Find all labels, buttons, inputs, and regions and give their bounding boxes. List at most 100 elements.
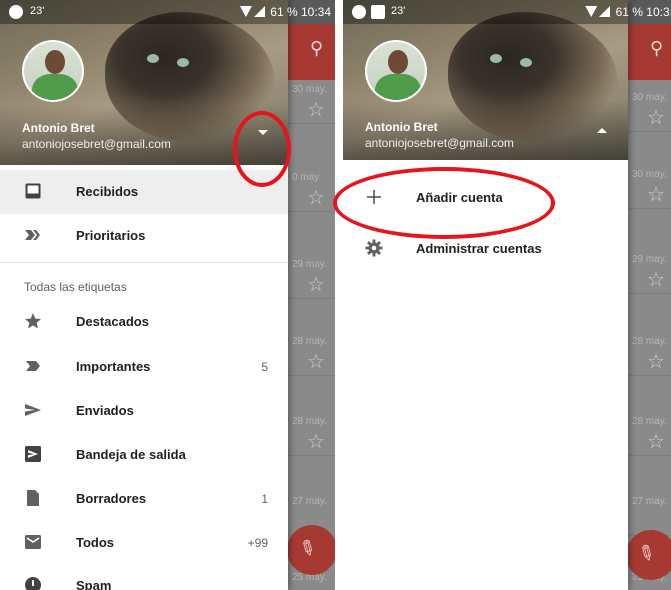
drawer-item-label: Borradores	[76, 491, 147, 506]
divider	[0, 262, 288, 263]
battery-level: 61 %	[615, 5, 643, 19]
inbox-row[interactable]: 28 may. ☆	[628, 332, 671, 376]
cover-eye	[177, 58, 189, 67]
inbox-row[interactable]: 30 may. ☆	[628, 88, 671, 132]
star-outline-icon[interactable]: ☆	[307, 275, 325, 295]
navigation-drawer: Antonio Bret antoniojosebret@gmail.com R…	[0, 0, 288, 590]
pencil-icon: ✎	[633, 540, 659, 568]
star-outline-icon[interactable]: ☆	[307, 188, 325, 208]
account-dropdown-arrow-icon[interactable]	[597, 128, 607, 133]
drawer-item-bandeja-de-salida[interactable]: Bandeja de salida	[0, 433, 288, 477]
drawer-item-anadir-cuenta[interactable]: Añadir cuenta	[343, 176, 628, 220]
image-icon	[371, 5, 385, 19]
inbox-row[interactable]: 29 may. ☆	[628, 250, 671, 294]
item-count: 1	[261, 492, 268, 506]
clock: 10:3:	[646, 5, 671, 19]
inbox-background: ⚲ 30 may. ☆ 30 may. ☆ 29 may. ☆ 28 may. …	[626, 0, 671, 590]
pencil-icon: ✎	[294, 535, 320, 563]
account-name: Antonio Bret	[365, 120, 438, 134]
star-outline-icon[interactable]: ☆	[307, 432, 325, 452]
inbox-row[interactable]: 28 may. ☆	[288, 412, 335, 456]
status-bar: 23' 61 % 10:3:	[343, 0, 671, 24]
drawer-item-spam[interactable]: Spam	[0, 564, 288, 590]
star-outline-icon[interactable]: ☆	[647, 185, 665, 205]
star-outline-icon[interactable]: ☆	[647, 108, 665, 128]
inbox-date: 0 may.	[292, 172, 322, 183]
star-outline-icon[interactable]: ☆	[647, 270, 665, 290]
account-dropdown-arrow-icon[interactable]	[258, 130, 268, 135]
inbox-date: 28 may.	[632, 416, 667, 427]
wifi-icon	[239, 6, 252, 17]
star-outline-icon[interactable]: ☆	[647, 352, 665, 372]
inbox-row[interactable]: 28 may. ☆	[288, 332, 335, 376]
account-email: antoniojosebret@gmail.com	[365, 136, 514, 150]
account-name: Antonio Bret	[22, 121, 95, 135]
inbox-date: 28 may.	[292, 336, 327, 347]
drawer-item-importantes[interactable]: Importantes 5	[0, 345, 288, 389]
star-outline-icon[interactable]: ☆	[307, 352, 325, 372]
drawer-item-administrar-cuentas[interactable]: Administrar cuentas	[343, 227, 628, 271]
battery-level: 61 %	[270, 5, 298, 19]
drawer-item-label: Spam	[76, 578, 112, 590]
item-count: 5	[261, 360, 268, 374]
drawer-item-label: Enviados	[76, 403, 134, 418]
spam-icon	[25, 577, 41, 590]
section-title: Todas las etiquetas	[24, 280, 127, 294]
important-icon	[26, 361, 40, 371]
signal-icon	[253, 6, 265, 17]
inbox-icon	[25, 183, 41, 199]
inbox-row[interactable]: 30 may. ☆	[628, 165, 671, 209]
inbox-date: 30 may.	[632, 169, 667, 180]
temperature: 23'	[391, 5, 406, 17]
avatar[interactable]	[22, 40, 84, 102]
drafts-icon	[27, 490, 39, 506]
all-mail-icon	[25, 535, 41, 549]
drawer-item-borradores[interactable]: Borradores 1	[0, 477, 288, 521]
temperature: 23'	[30, 5, 45, 17]
inbox-row[interactable]: 30 may. ☆	[288, 80, 335, 124]
star-outline-icon[interactable]: ☆	[307, 100, 325, 120]
inbox-date: 29 may.	[292, 259, 327, 270]
inbox-row[interactable]: 28 may. ☆	[628, 412, 671, 456]
cover-eye	[490, 54, 502, 63]
inbox-date: 27 may.	[632, 496, 667, 507]
cover-eye	[520, 58, 532, 67]
notification-icon	[352, 5, 366, 19]
inbox-appbar: ⚲	[628, 24, 671, 80]
search-icon[interactable]: ⚲	[650, 38, 663, 59]
compose-button[interactable]: ✎	[626, 530, 671, 580]
inbox-row[interactable]: 29 may. ☆	[288, 255, 335, 299]
search-icon[interactable]: ⚲	[310, 38, 323, 59]
drawer-item-destacados[interactable]: Destacados	[0, 300, 288, 344]
drawer-item-label: Importantes	[76, 359, 151, 374]
star-outline-icon[interactable]: ☆	[647, 432, 665, 452]
outbox-icon	[25, 446, 41, 462]
avatar[interactable]	[365, 40, 427, 102]
priority-icon	[25, 230, 40, 240]
cover-eye	[147, 54, 159, 63]
gear-icon	[365, 239, 383, 257]
drawer-item-label: Prioritarios	[76, 228, 146, 243]
drawer-item-label: Destacados	[76, 314, 149, 329]
compose-button[interactable]: ✎	[287, 525, 335, 575]
drawer-item-label: Añadir cuenta	[416, 190, 503, 205]
inbox-date: 28 may.	[292, 416, 327, 427]
item-count: +99	[247, 536, 268, 550]
drawer-item-recibidos[interactable]: Recibidos	[0, 170, 288, 214]
inbox-date: 29 may.	[632, 254, 667, 265]
drawer-item-enviados[interactable]: Enviados	[0, 389, 288, 433]
left-screenshot: ⚲ 30 may. ☆ 0 may. ☆ 29 may. ☆ 28 may. ☆…	[0, 0, 335, 590]
navigation-drawer: Antonio Bret antoniojosebret@gmail.com A…	[343, 0, 628, 590]
account-header: Antonio Bret antoniojosebret@gmail.com	[343, 0, 628, 160]
drawer-item-label: Todos	[76, 535, 115, 550]
drawer-item-todos[interactable]: Todos +99	[0, 521, 288, 565]
inbox-date: 28 may.	[632, 336, 667, 347]
status-right: 61 % 10:3:	[585, 5, 671, 19]
plus-icon	[367, 190, 381, 204]
drawer-item-label: Administrar cuentas	[416, 241, 542, 256]
inbox-date: 27 may.	[292, 496, 327, 507]
signal-icon	[599, 6, 611, 17]
inbox-row[interactable]: 0 may. ☆	[288, 168, 335, 212]
inbox-date: 30 may.	[292, 84, 327, 95]
drawer-item-prioritarios[interactable]: Prioritarios	[0, 214, 288, 258]
